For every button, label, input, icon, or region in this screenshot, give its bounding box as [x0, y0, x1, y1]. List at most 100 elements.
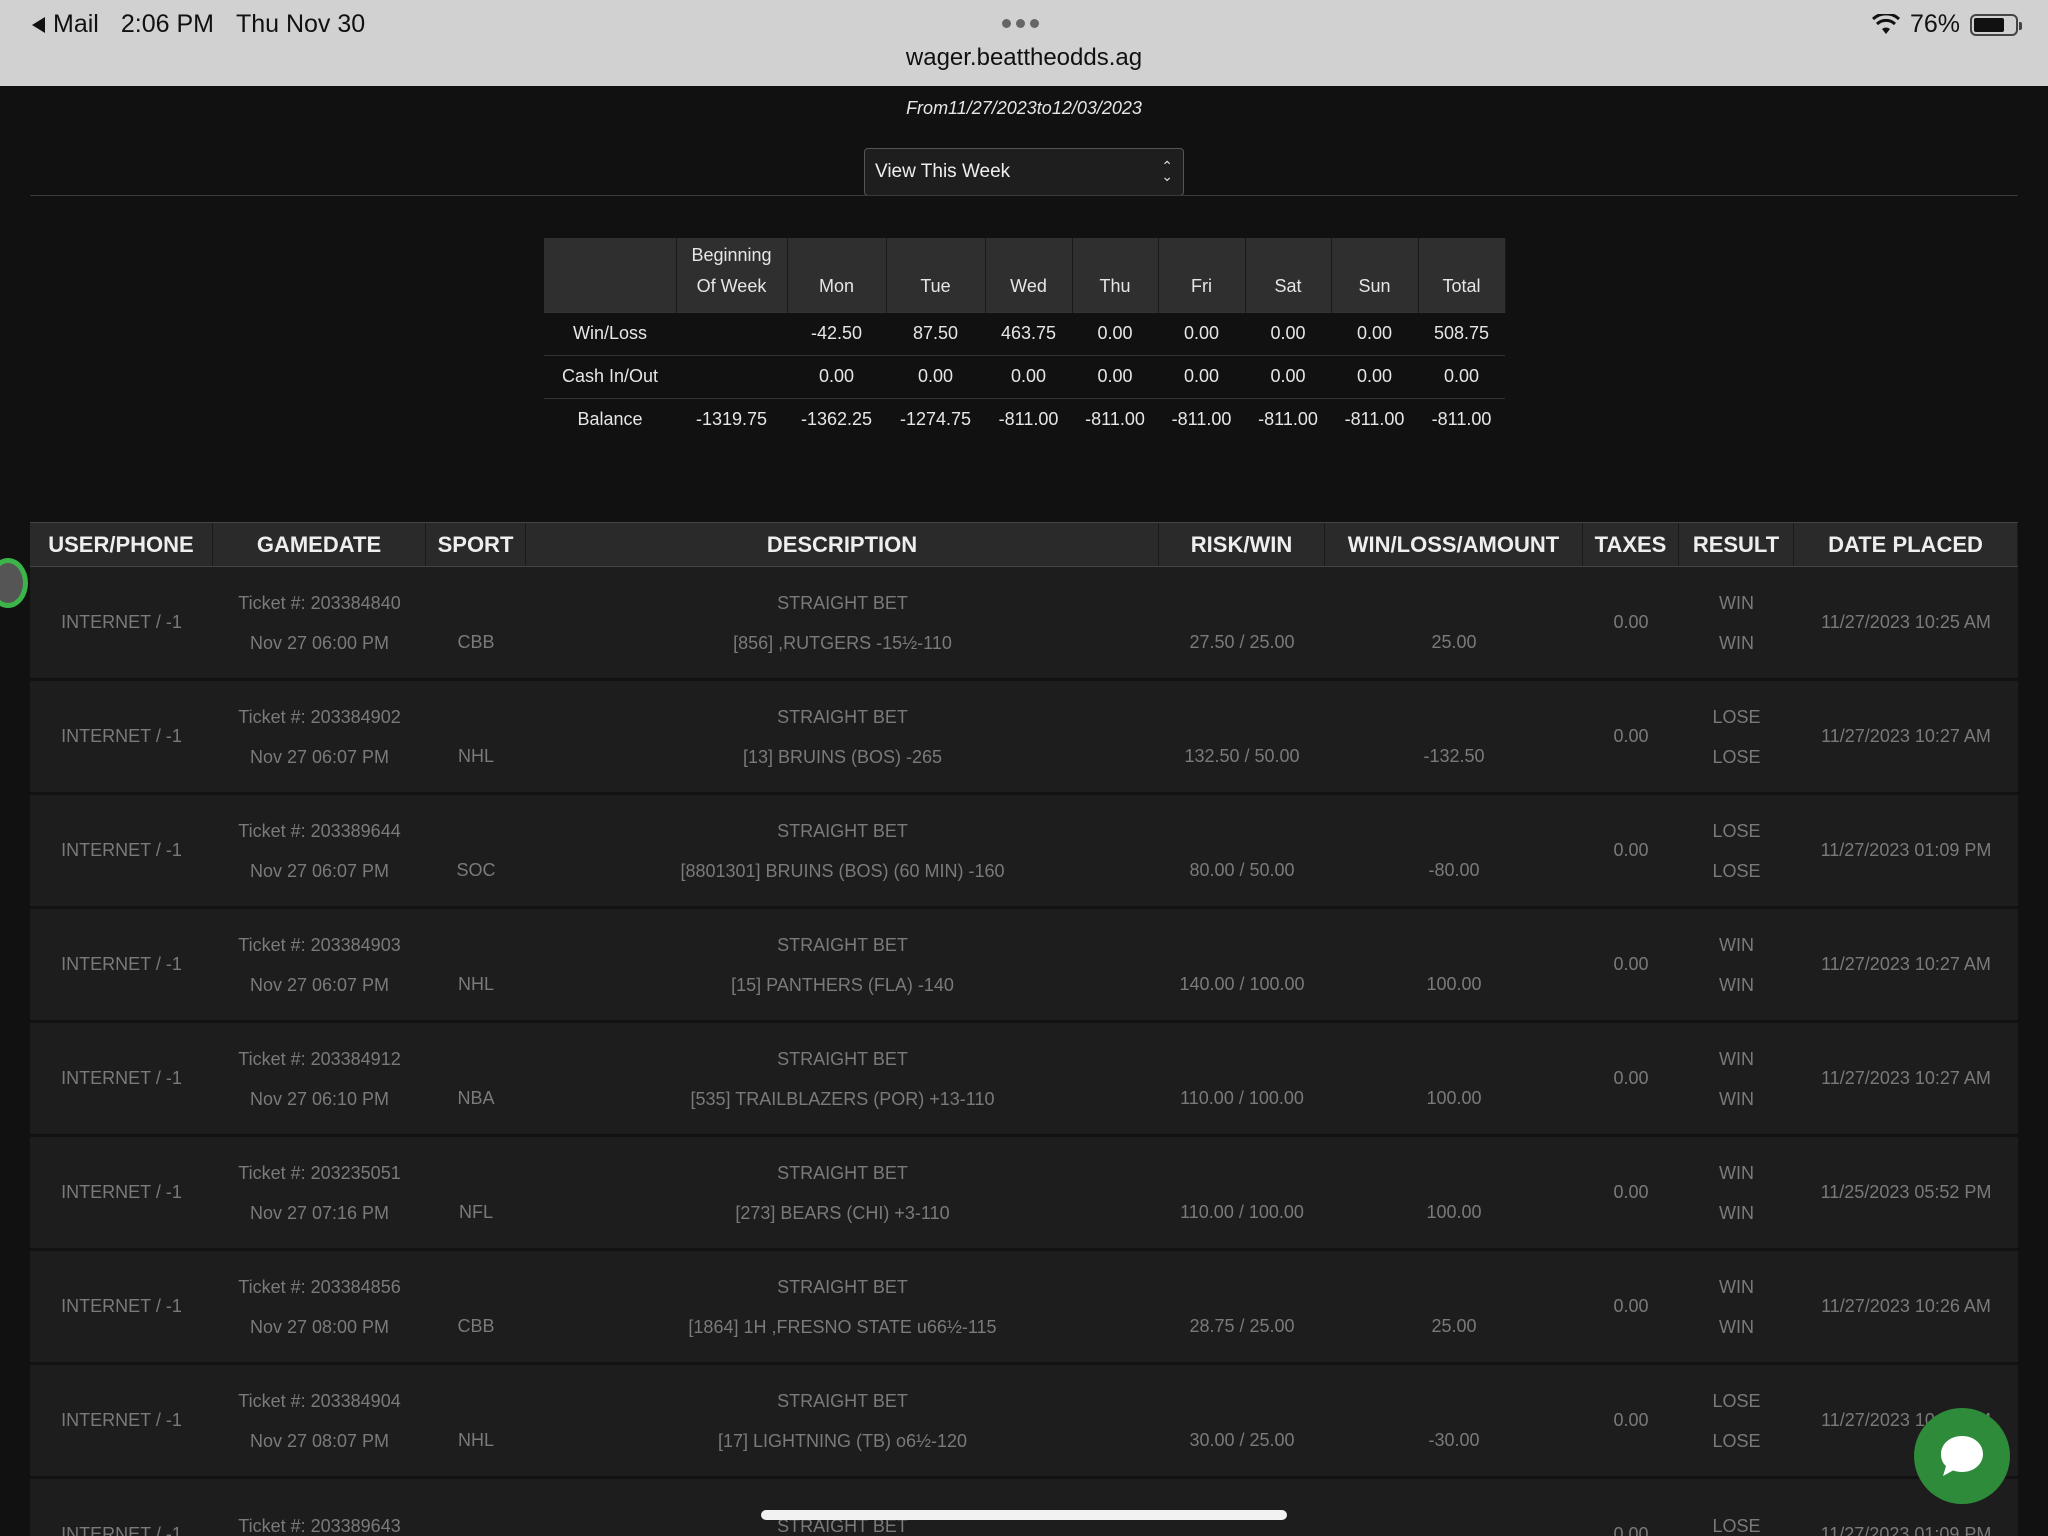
- risk-win-cell: [1159, 1479, 1325, 1536]
- gamedate-cell: Ticket #: 203384912 Nov 27 06:10 PM: [213, 1023, 426, 1134]
- user-phone-cell: INTERNET / -1: [61, 1296, 182, 1316]
- back-to-mail-button[interactable]: Mail: [32, 10, 99, 39]
- taxes-cell: 0.00: [1613, 1068, 1649, 1088]
- description-cell: STRAIGHT BET [856] ,RUTGERS -15½-110: [526, 567, 1159, 678]
- status-date: Thu Nov 30: [235, 10, 366, 38]
- risk-win-cell: 80.00 / 50.00: [1189, 860, 1295, 880]
- result-status: LOSE: [1712, 1430, 1761, 1451]
- result-status: LOSE: [1712, 746, 1761, 767]
- gamedate-cell: Ticket #: 203384856 Nov 27 08:00 PM: [213, 1251, 426, 1362]
- battery-icon: [1970, 13, 2022, 36]
- address-bar[interactable]: wager.beattheodds.ag: [0, 44, 2048, 72]
- description-cell: STRAIGHT BET [1864] 1H ,FRESNO STATE u66½…: [526, 1251, 1159, 1362]
- summary-header-begin: Beginning Of Week: [676, 238, 788, 312]
- col-gamedate[interactable]: GAMEDATE: [213, 523, 426, 566]
- table-row[interactable]: INTERNET / -1 Ticket #: 203384856 Nov 27 0…: [30, 1251, 2018, 1365]
- taxes-cell: 0.00: [1613, 612, 1649, 632]
- win-loss-amount-cell: -132.50: [1423, 746, 1485, 766]
- user-phone-cell: INTERNET / -1: [61, 840, 182, 860]
- description-cell: STRAIGHT BET [8801301] BRUINS (BOS) (60 M…: [526, 795, 1159, 906]
- user-phone-cell: INTERNET / -1: [61, 1068, 182, 1088]
- game-date: Nov 27 06:07 PM: [249, 974, 390, 995]
- col-date-placed[interactable]: DATE PLACED: [1794, 523, 2018, 566]
- table-row[interactable]: INTERNET / -1 Ticket #: 203384840 Nov 27 0…: [30, 567, 2018, 681]
- summary-header-total: Total: [1418, 238, 1506, 312]
- period-select[interactable]: View This Week ⌃ ⌄: [864, 148, 1184, 196]
- battery-percent: 76%: [1909, 10, 1960, 38]
- result-status: LOSE: [1712, 820, 1761, 841]
- game-date: Nov 27 06:10 PM: [249, 1088, 390, 1109]
- table-row[interactable]: INTERNET / -1 Ticket #: 203389644 Nov 27 0…: [30, 795, 2018, 909]
- sport-cell: NHL: [457, 974, 494, 994]
- summary-cell: -811.00: [1245, 397, 1331, 441]
- status-bar-left: Mail 2:06 PM Thu Nov 30: [32, 10, 365, 39]
- summary-cell: -42.50: [787, 311, 886, 355]
- summary-cell: -1362.25: [787, 397, 886, 441]
- win-loss-amount-cell: 100.00: [1426, 1088, 1482, 1108]
- result-cell: LOSE LOSE: [1679, 795, 1794, 906]
- summary-header-blank: [544, 238, 677, 312]
- period-select-value: View This Week: [875, 161, 1011, 182]
- date-placed-cell: 11/27/2023 10:25 AM: [1821, 612, 1991, 632]
- result-cell: WIN WIN: [1679, 1023, 1794, 1134]
- summary-header-wed: Wed: [985, 238, 1073, 312]
- more-options-icon[interactable]: [1002, 19, 1039, 28]
- gamedate-cell: Ticket #: 203389643: [213, 1479, 426, 1536]
- summary-cell: -811.00: [1331, 397, 1418, 441]
- ticket-number: Ticket #: 203384903: [238, 934, 401, 955]
- result-cell: WIN WIN: [1679, 1251, 1794, 1362]
- summary-cell: -1319.75: [676, 397, 787, 441]
- description-cell: STRAIGHT BET: [526, 1479, 1159, 1536]
- game-date: Nov 27 08:07 PM: [249, 1430, 390, 1451]
- summary-cell: [676, 354, 787, 398]
- table-row[interactable]: INTERNET / -1 Ticket #: 203384902 Nov 27 0…: [30, 681, 2018, 795]
- summary-cell: 508.75: [1418, 311, 1505, 355]
- table-row[interactable]: INTERNET / -1 Ticket #: 203384903 Nov 27 0…: [30, 909, 2018, 1023]
- summary-row: Cash In/Out 0.00 0.00 0.00 0.00 0.00 0.00 0.00 0…: [544, 354, 1505, 398]
- win-loss-amount-cell: 25.00: [1431, 632, 1477, 652]
- bet-description: [273] BEARS (CHI) +3-110: [735, 1202, 950, 1223]
- summary-row-label: Balance: [544, 397, 676, 441]
- ticket-number: Ticket #: 203389644: [238, 820, 401, 841]
- select-chevron-icon: ⌃ ⌄: [1161, 158, 1173, 184]
- chat-button[interactable]: [1914, 1408, 2010, 1504]
- result-cell: WIN WIN: [1679, 1137, 1794, 1248]
- summary-cell: 0.00: [1418, 354, 1505, 398]
- table-row[interactable]: INTERNET / -1 Ticket #: 203389643 STRAIGHT…: [30, 1479, 2018, 1536]
- home-indicator: [761, 1510, 1287, 1520]
- summary-cell: 463.75: [985, 311, 1072, 355]
- col-sport[interactable]: SPORT: [426, 523, 526, 566]
- col-win-loss-amount[interactable]: WIN/LOSS/AMOUNT: [1325, 523, 1583, 566]
- table-row[interactable]: INTERNET / -1 Ticket #: 203384912 Nov 27 0…: [30, 1023, 2018, 1137]
- col-result[interactable]: RESULT: [1679, 523, 1794, 566]
- col-user-phone[interactable]: USER/PHONE: [30, 523, 213, 566]
- side-handle[interactable]: [0, 558, 28, 608]
- col-taxes[interactable]: TAXES: [1583, 523, 1679, 566]
- date-placed-cell: 11/27/2023 10:27 AM: [1821, 1068, 1991, 1088]
- summary-cell: 0.00: [1072, 354, 1158, 398]
- bet-description: [17] LIGHTNING (TB) o6½-120: [717, 1430, 968, 1451]
- win-loss-amount-cell: [1325, 1479, 1583, 1536]
- summary-cell: 0.00: [1331, 354, 1418, 398]
- result-status: WIN: [1719, 632, 1754, 653]
- col-description[interactable]: DESCRIPTION: [526, 523, 1159, 566]
- bet-description: [8801301] BRUINS (BOS) (60 MIN) -160: [680, 860, 1005, 881]
- table-row[interactable]: INTERNET / -1 Ticket #: 203384904 Nov 27 0…: [30, 1365, 2018, 1479]
- result-status: LOSE: [1712, 1515, 1761, 1536]
- summary-header-mon: Mon: [787, 238, 887, 312]
- result-status: WIN: [1719, 1276, 1754, 1297]
- result-status: LOSE: [1712, 860, 1761, 881]
- bet-type: STRAIGHT BET: [777, 1048, 908, 1069]
- result-status: WIN: [1719, 1048, 1754, 1069]
- result-status: WIN: [1719, 1202, 1754, 1223]
- result-status: WIN: [1719, 974, 1754, 995]
- win-loss-amount-cell: -30.00: [1428, 1430, 1480, 1450]
- col-risk-win[interactable]: RISK/WIN: [1159, 523, 1325, 566]
- summary-cell: -1274.75: [886, 397, 985, 441]
- weekly-summary-table: Beginning Of Week Mon Tue Wed Thu Fri Sat…: [544, 238, 1506, 441]
- sport-cell: NFL: [458, 1202, 493, 1222]
- ticket-number: Ticket #: 203384912: [238, 1048, 401, 1069]
- summary-header-fri: Fri: [1158, 238, 1246, 312]
- result-status: WIN: [1719, 934, 1754, 955]
- table-row[interactable]: INTERNET / -1 Ticket #: 203235051 Nov 27 0…: [30, 1137, 2018, 1251]
